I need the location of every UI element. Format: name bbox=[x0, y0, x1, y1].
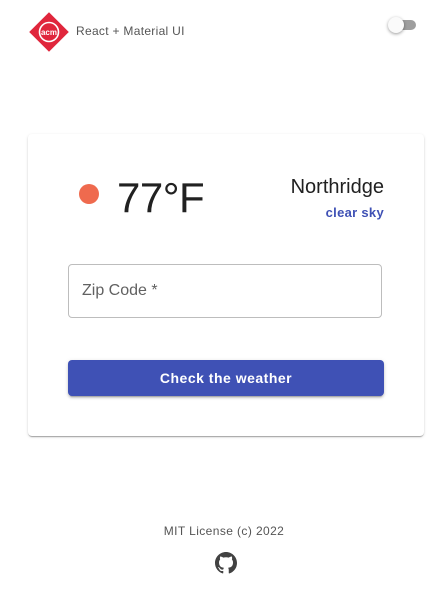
weather-status-dot bbox=[79, 184, 99, 204]
app-header: acm React + Material UI bbox=[0, 0, 448, 64]
city-name: Northridge bbox=[290, 176, 384, 198]
zip-code-input[interactable] bbox=[69, 265, 381, 317]
check-weather-button[interactable]: Check the weather bbox=[68, 360, 384, 396]
theme-toggle-switch[interactable] bbox=[388, 17, 418, 33]
svg-text:acm: acm bbox=[41, 28, 57, 37]
temperature-value: 77°F bbox=[117, 174, 205, 221]
weather-card: 77°F Northridge clear sky Check the weat… bbox=[28, 134, 424, 436]
license-text: MIT License (c) 2022 bbox=[163, 524, 285, 538]
acm-logo: acm bbox=[29, 12, 69, 52]
app-brand-title: React + Material UI bbox=[76, 24, 185, 38]
github-icon[interactable] bbox=[215, 552, 237, 574]
switch-thumb[interactable] bbox=[388, 17, 404, 33]
weather-description: clear sky bbox=[325, 205, 384, 220]
zip-code-field[interactable] bbox=[68, 264, 382, 318]
